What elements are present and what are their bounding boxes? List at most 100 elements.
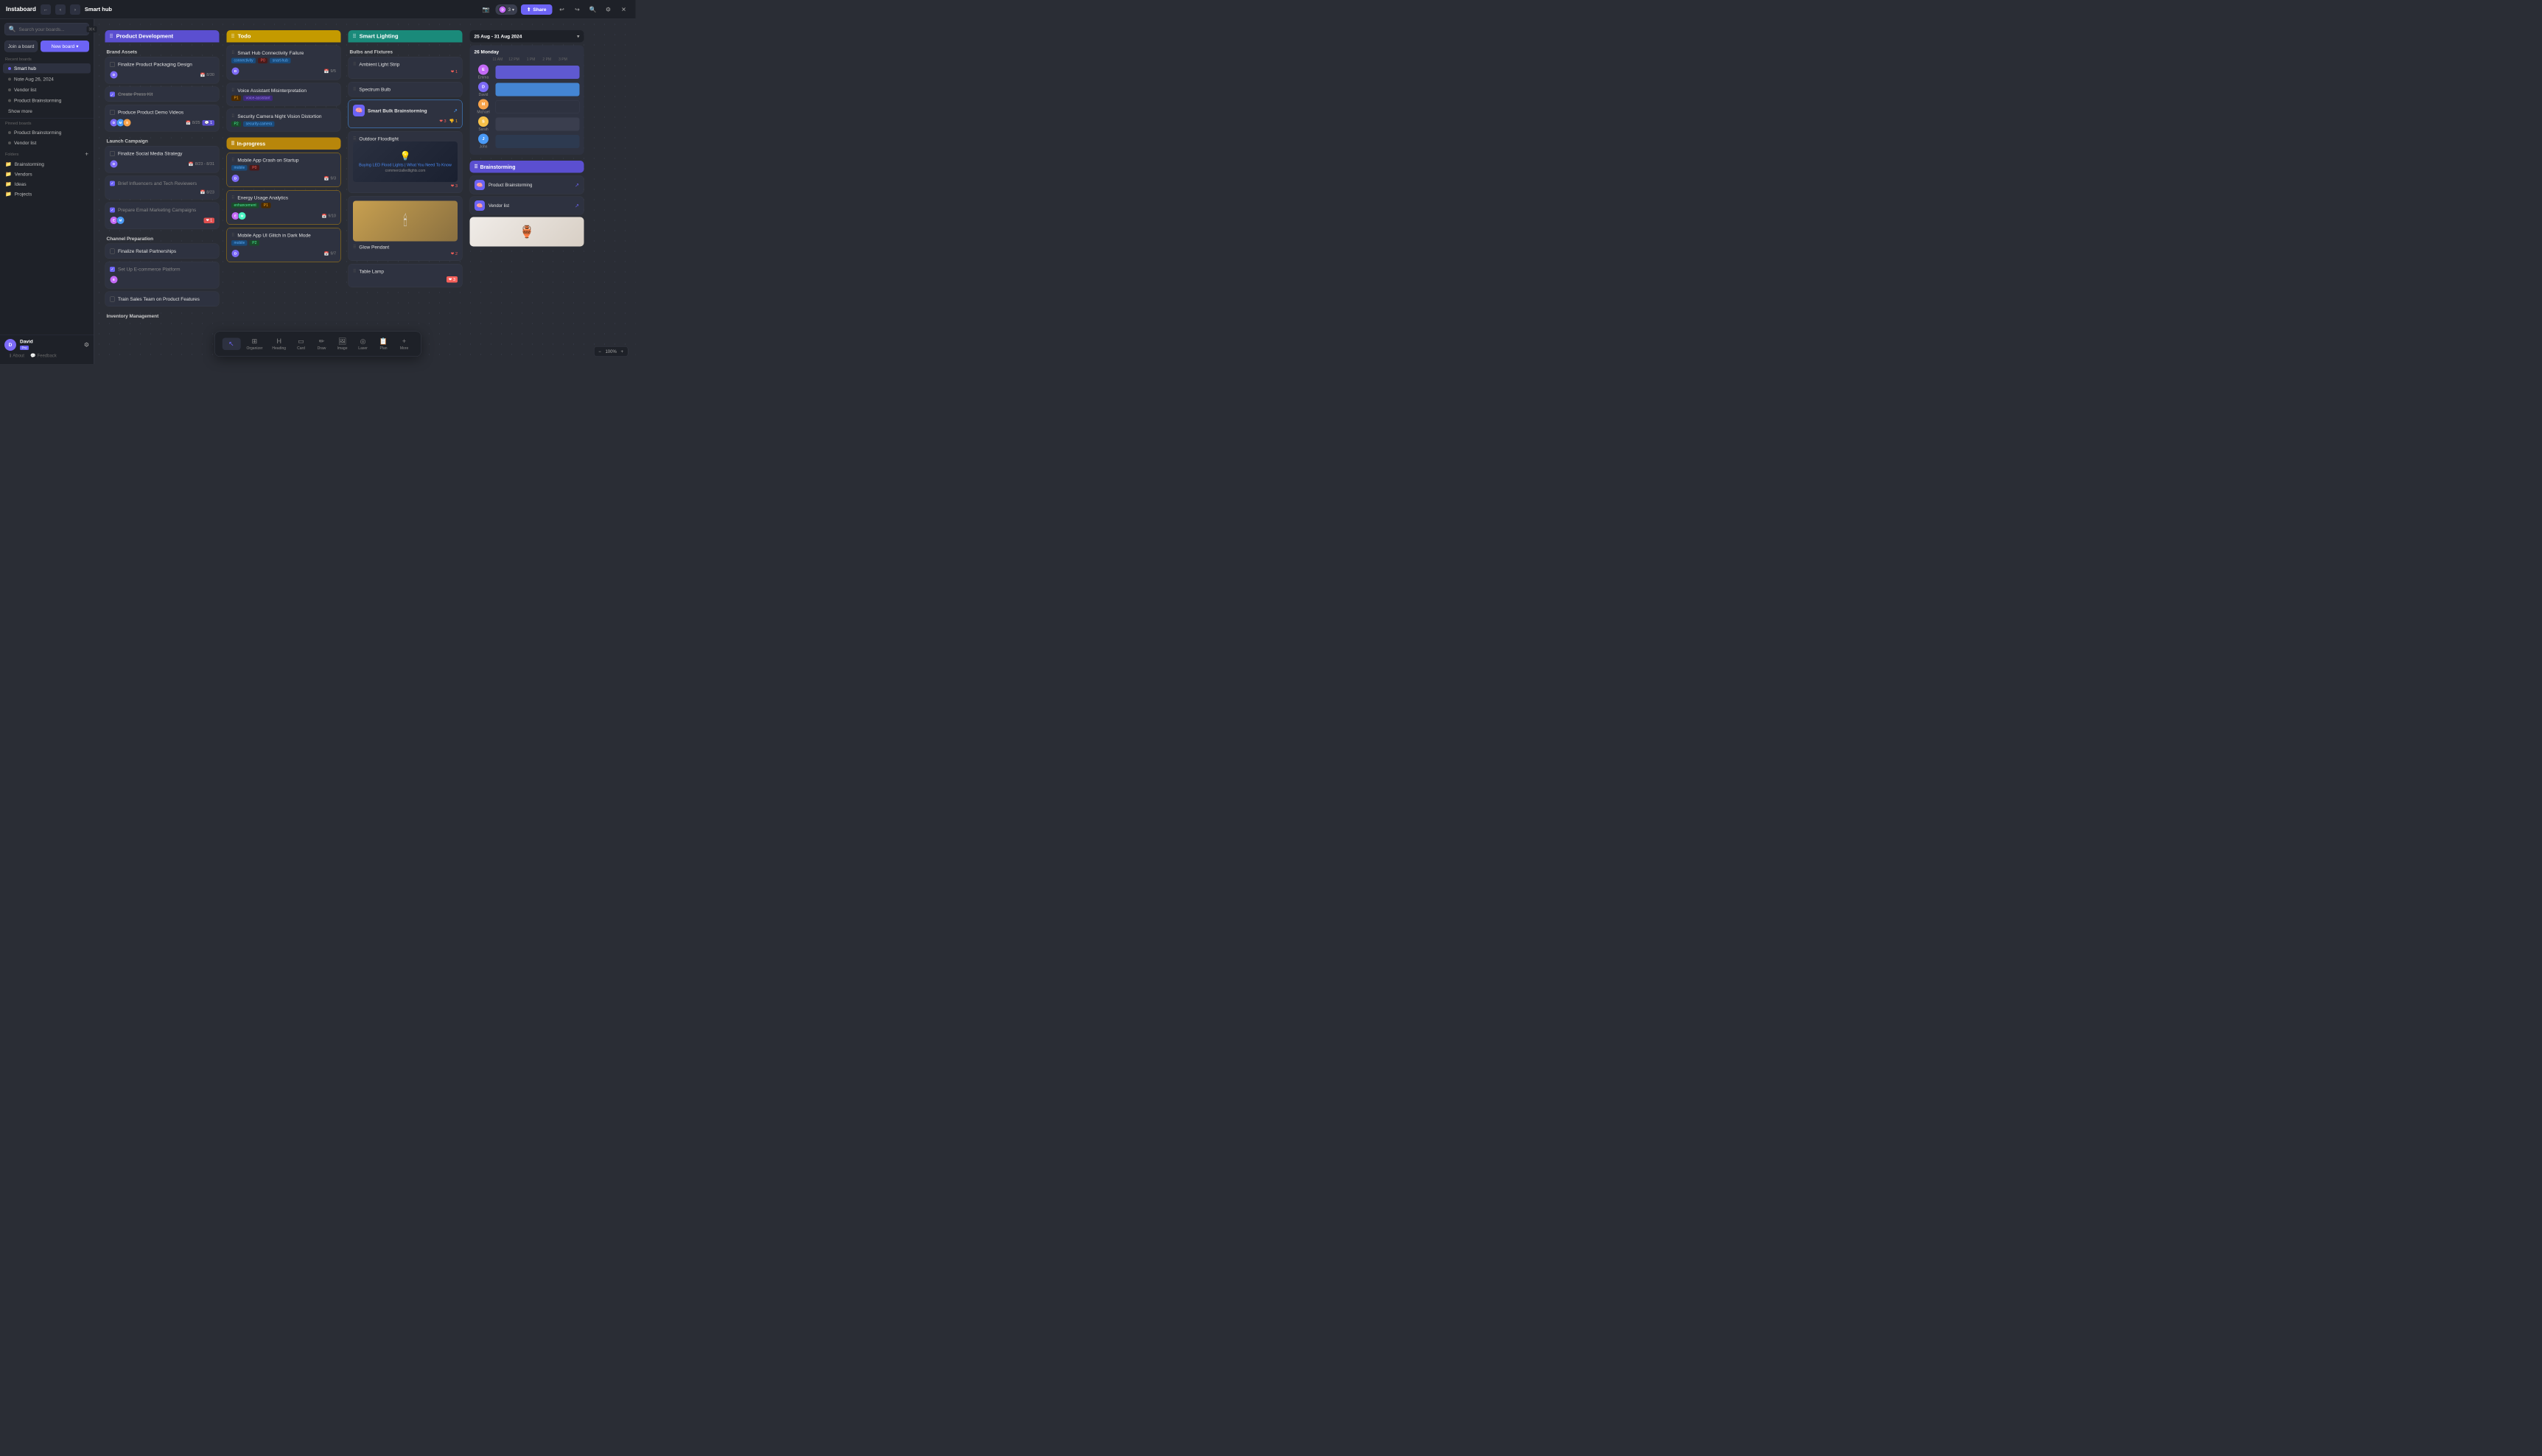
members-badge[interactable]: D 3 ▾ — [496, 4, 517, 15]
new-board-button[interactable]: New board ▾ — [41, 41, 89, 52]
user-info: David Pro — [20, 339, 80, 351]
card-checkbox[interactable]: ✓ — [110, 92, 115, 97]
search-btn[interactable]: 🔍 — [587, 4, 599, 15]
user-badge: Pro — [20, 346, 29, 350]
card-checkbox[interactable]: ✓ — [110, 208, 115, 213]
share-button[interactable]: ⬆ Share — [521, 4, 553, 15]
folder-ideas[interactable]: 📁 Ideas — [0, 179, 94, 189]
avatar: M — [116, 217, 125, 225]
card-voice-assistant[interactable]: ⠿ Voice Assistant Misinterpretation P1 v… — [227, 83, 341, 106]
sidebar-item-product-brainstorming[interactable]: Product Brainstorming — [3, 127, 91, 138]
brainstorm-item-product[interactable]: 🧠 Product Brainstorming ↗ — [470, 176, 584, 195]
user-row: D David Pro ⚙ — [4, 339, 89, 351]
main-canvas[interactable]: ⠿ Product Development Brand Assets Final… — [94, 19, 636, 364]
about-link[interactable]: ℹ About — [10, 353, 24, 358]
close-btn[interactable]: ✕ — [618, 4, 630, 15]
thumbsdown-badge: 👎 1 — [449, 119, 458, 124]
card-avatars: E M — [231, 212, 246, 220]
card-connectivity-failure[interactable]: ⠿ Smart Hub Connectivity Failure connect… — [227, 46, 341, 80]
toolbar-heading[interactable]: H Heading — [268, 335, 290, 353]
card-table-lamp[interactable]: ⠿ Table Lamp ❤ 3 — [349, 264, 463, 287]
add-folder-btn[interactable]: + — [85, 151, 88, 158]
card-mobile-crash[interactable]: ⠿ Mobile App Crash on Startup mobile P0 … — [227, 153, 341, 187]
join-board-button[interactable]: Join a board — [4, 41, 38, 52]
sidebar-item-smart-hub[interactable]: Smart hub — [3, 63, 91, 74]
card-ecommerce-platform[interactable]: ✓ Set Up E-commerce Platform E — [105, 262, 220, 289]
card-checkbox[interactable]: ✓ — [110, 267, 115, 272]
zoom-level: 100% — [605, 349, 616, 354]
toolbar-cursor[interactable]: ↖ — [222, 338, 240, 351]
sidebar-item-vendor[interactable]: Vendor list — [3, 85, 91, 95]
tag: P1 — [261, 203, 270, 209]
card-ui-glitch[interactable]: ⠿ Mobile App UI Glitch in Dark Mode mobi… — [227, 228, 341, 262]
brainstorm-item-vendor[interactable]: 🧠 Vendor list ↗ — [470, 197, 584, 215]
toolbar-draw[interactable]: ✏ Draw — [312, 335, 331, 353]
card-social-media-strategy[interactable]: Finalize Social Media Strategy D 📅 8/23 … — [105, 146, 220, 173]
folder-brainstorming[interactable]: 📁 Brainstorming — [0, 159, 94, 169]
card-checkbox[interactable] — [110, 151, 115, 156]
sidebar-item-note[interactable]: Note Aug 26, 2024 — [3, 74, 91, 85]
card-train-sales-team[interactable]: Train Sales Team on Product Features — [105, 292, 220, 307]
external-link-icon[interactable]: ↗ — [453, 108, 458, 114]
settings-btn[interactable]: ⚙ — [603, 4, 615, 15]
card-ambient-strip[interactable]: ⠿ Ambient Light Strip ❤ 1 — [349, 57, 463, 79]
card-produce-demo-videos[interactable]: Produce Product Demo Videos D M S 📅 8/25… — [105, 105, 220, 132]
user-settings-btn[interactable]: ⚙ — [84, 341, 89, 349]
zoom-minus-btn[interactable]: − — [598, 349, 601, 354]
folder-vendors[interactable]: 📁 Vendors — [0, 169, 94, 180]
sidebar-dot — [8, 99, 11, 102]
calendar-icon: 📅 — [186, 120, 191, 125]
card-finalize-packaging[interactable]: Finalize Product Packaging Design D 📅 8/… — [105, 57, 220, 84]
sidebar-item-vendor-list[interactable]: Vendor list — [3, 138, 91, 148]
column-product-development: ⠿ Product Development Brand Assets Final… — [105, 30, 220, 321]
card-brief-influencers[interactable]: ✓ Brief Influencers and Tech Reviewers 📅… — [105, 176, 220, 200]
camera-btn[interactable]: 📷 — [480, 4, 492, 15]
card-checkbox[interactable] — [110, 110, 115, 115]
undo-btn[interactable]: ↩ — [556, 4, 568, 15]
card-outdoor-floodlight[interactable]: ⠿ Outdoor Floodlight 💡 Buying LED Flood … — [349, 131, 463, 193]
toolbar-plan[interactable]: 📋 Plan — [374, 335, 393, 353]
card-spectrum-bulb[interactable]: ⠿ Spectrum Bulb — [349, 82, 463, 97]
search-input[interactable] — [18, 27, 83, 32]
card-checkbox[interactable]: ✓ — [110, 181, 115, 186]
zoom-plus-btn[interactable]: + — [620, 349, 623, 354]
col-title: Todo — [238, 33, 251, 40]
card-create-press-kit[interactable]: ✓ Create Press Kit — [105, 87, 220, 102]
card-checkbox[interactable] — [110, 62, 115, 67]
card-retail-partnerships[interactable]: Finalize Retail Partnerships — [105, 244, 220, 259]
avatar-emma: E — [478, 65, 489, 75]
brainstorm-header: ⠿ Brainstorming — [470, 161, 584, 173]
external-link-icon[interactable]: ↗ — [575, 182, 579, 189]
calendar-expand-btn[interactable]: ▾ — [577, 33, 580, 40]
sidebar-item-brainstorming[interactable]: Product Brainstorming — [3, 96, 91, 106]
toolbar-more[interactable]: + More — [395, 335, 413, 353]
cal-event-david — [496, 83, 580, 96]
card-checkbox[interactable] — [110, 249, 115, 254]
card-email-marketing[interactable]: ✓ Prepare Email Marketing Campaigns E M … — [105, 203, 220, 230]
toolbar-laser[interactable]: ◎ Laser — [354, 335, 372, 353]
toolbar-card[interactable]: ▭ Card — [292, 335, 310, 353]
folder-projects[interactable]: 📁 Projects — [0, 189, 94, 200]
tag: security-camera — [243, 122, 275, 127]
nav-forward-btn[interactable]: › — [70, 4, 80, 15]
card-checkbox[interactable] — [110, 297, 115, 302]
card-smart-bulk-brainstorming[interactable]: 🧠 Smart Bulk Brainstorming ↗ ❤ 3 👎 1 — [349, 100, 463, 129]
feedback-link[interactable]: 💬 Feedback — [30, 353, 57, 358]
redo-btn[interactable]: ↪ — [572, 4, 584, 15]
external-link-icon[interactable]: ↗ — [575, 203, 579, 209]
collapse-sidebar-btn[interactable]: ← — [41, 4, 51, 15]
grip-icon: ⠿ — [231, 195, 234, 200]
toolbar-organizer[interactable]: ⊞ Organizer — [242, 335, 266, 353]
sidebar-search[interactable]: 🔍 ⌘K — [4, 23, 89, 35]
nav-back-btn[interactable]: ‹ — [55, 4, 66, 15]
grip-icon: ⠿ — [353, 245, 356, 250]
show-more-btn[interactable]: Show more — [3, 106, 91, 116]
canvas-inner: ⠿ Product Development Brand Assets Final… — [94, 19, 636, 332]
card-glow-pendant[interactable]: 🕯 ⠿ Glow Pendant ❤ 2 — [349, 196, 463, 261]
card-security-camera[interactable]: ⠿ Security Camera Night Vision Distortio… — [227, 109, 341, 132]
card-energy-analytics[interactable]: ⠿ Energy Usage Analytics enhancement P1 … — [227, 190, 341, 225]
card-title: ⠿ Mobile App UI Glitch in Dark Mode — [231, 233, 336, 239]
cal-person-sarah: S Sarah — [475, 116, 580, 132]
toolbar-image[interactable]: 🖼 Image — [333, 335, 351, 353]
card-title: ✓ Create Press Kit — [110, 91, 214, 97]
